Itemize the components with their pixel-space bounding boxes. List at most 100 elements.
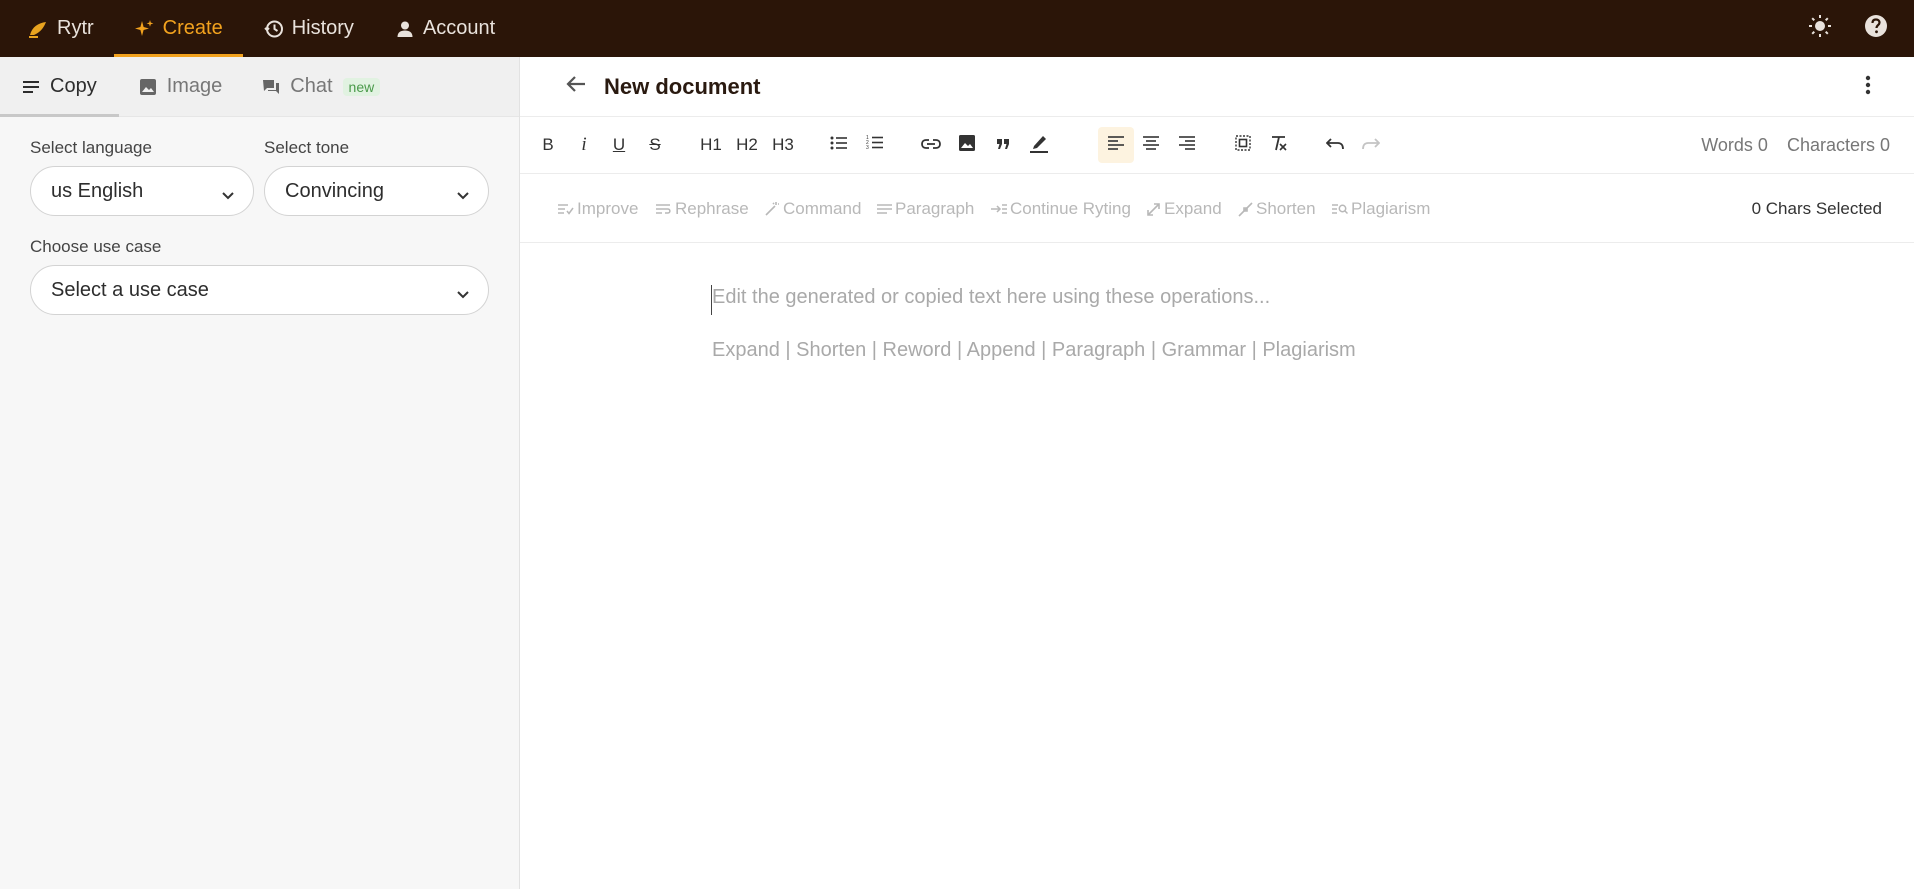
rephrase-icon <box>656 203 672 215</box>
heading2-button[interactable]: H2 <box>731 129 763 161</box>
word-count: Words 0 <box>1701 135 1768 155</box>
language-select[interactable]: us English <box>30 166 254 216</box>
nav-create-label: Create <box>162 17 223 39</box>
align-center-icon <box>1143 135 1159 155</box>
align-center-button[interactable] <box>1135 129 1167 161</box>
heading1-button[interactable]: H1 <box>695 129 727 161</box>
history-icon <box>263 18 285 40</box>
operations-hint: Expand | Shorten | Reword | Append | Par… <box>712 339 1356 361</box>
tab-image[interactable]: Image <box>119 57 243 116</box>
rytr-logo-link[interactable]: Rytr <box>0 0 114 57</box>
plagiarism-button[interactable]: Plagiarism <box>1332 199 1430 219</box>
redo-button[interactable] <box>1355 129 1387 161</box>
character-count: Characters 0 <box>1786 135 1890 155</box>
link-icon <box>921 135 941 155</box>
more-options-button[interactable] <box>1852 71 1884 103</box>
align-right-button[interactable] <box>1171 129 1203 161</box>
ai-actions-bar: Improve Rephrase Command Paragraph Conti… <box>520 174 1914 243</box>
tone-label: Select tone <box>264 138 350 157</box>
highlighter-icon <box>1029 133 1049 158</box>
tone-value: Convincing <box>285 179 384 202</box>
highlight-button[interactable] <box>1023 129 1055 161</box>
arrow-left-icon <box>565 74 587 99</box>
nav-history[interactable]: History <box>243 0 374 57</box>
paragraph-button[interactable]: Paragraph <box>877 199 974 219</box>
left-sidebar: Copy Image Chat new Select language us E… <box>0 57 520 889</box>
tab-copy[interactable]: Copy <box>0 57 119 117</box>
italic-button[interactable]: i <box>568 129 600 161</box>
improve-button[interactable]: Improve <box>558 199 638 219</box>
command-button[interactable]: Command <box>764 199 861 219</box>
bold-button[interactable]: B <box>532 129 564 161</box>
rephrase-button[interactable]: Rephrase <box>656 199 749 219</box>
nav-account[interactable]: Account <box>374 0 515 57</box>
numbered-list-button[interactable]: 123 <box>859 129 891 161</box>
rephrase-label: Rephrase <box>675 199 749 218</box>
tab-copy-label: Copy <box>50 75 97 97</box>
wand-icon <box>764 201 780 217</box>
underline-button[interactable]: U <box>603 129 635 161</box>
kebab-menu-icon <box>1865 75 1871 100</box>
sparkle-icon <box>134 18 156 40</box>
continue-ryting-button[interactable]: Continue Ryting <box>991 199 1131 219</box>
tab-chat[interactable]: Chat new <box>242 57 400 116</box>
align-right-icon <box>1179 135 1195 155</box>
plagiarism-icon <box>1332 203 1348 215</box>
theme-toggle-button[interactable] <box>1792 0 1848 57</box>
shorten-icon <box>1238 201 1253 217</box>
insert-image-button[interactable] <box>951 129 983 161</box>
nav-create[interactable]: Create <box>113 0 243 57</box>
bullet-list-icon <box>830 135 848 155</box>
improve-icon <box>558 203 574 215</box>
plagiarism-label: Plagiarism <box>1351 199 1431 218</box>
clear-format-button[interactable] <box>1263 129 1295 161</box>
nav-history-label: History <box>291 17 354 39</box>
use-case-select[interactable]: Select a use case <box>30 265 489 315</box>
align-left-button[interactable] <box>1098 127 1134 163</box>
command-label: Command <box>783 199 862 218</box>
continue-icon <box>991 203 1007 215</box>
expand-icon <box>1146 202 1161 217</box>
align-left-icon <box>1108 135 1124 155</box>
use-case-value: Select a use case <box>51 278 209 301</box>
document-title[interactable]: New document <box>604 74 760 100</box>
language-value: us English <box>51 179 144 202</box>
word-character-count: Words 0 Characters 0 <box>1687 135 1890 156</box>
tab-chat-label: Chat <box>290 75 333 97</box>
tone-select[interactable]: Convincing <box>264 166 489 216</box>
sidebar-tabs: Copy Image Chat new <box>0 57 519 117</box>
chevron-down-icon <box>456 184 470 207</box>
strikethrough-button[interactable]: S <box>639 129 671 161</box>
blockquote-button[interactable] <box>987 129 1019 161</box>
chevron-down-icon <box>221 184 235 207</box>
help-button[interactable] <box>1848 0 1904 57</box>
redo-icon <box>1362 135 1381 155</box>
expand-label: Expand <box>1164 199 1222 218</box>
bullet-list-button[interactable] <box>823 129 855 161</box>
improve-label: Improve <box>577 199 639 218</box>
clear-format-icon <box>1270 135 1288 156</box>
svg-text:3: 3 <box>866 145 869 150</box>
lines-icon <box>22 80 40 94</box>
editor-placeholder: Edit the generated or copied text here u… <box>712 286 1271 308</box>
formatting-toolbar: B i U S H1 H2 H3 123 Words 0 Characters … <box>520 117 1914 174</box>
new-badge: new <box>342 77 381 96</box>
document-editor-area: New document B i U S H1 H2 H3 123 Words … <box>520 57 1914 889</box>
heading3-button[interactable]: H3 <box>767 129 799 161</box>
undo-button[interactable] <box>1319 129 1351 161</box>
paragraph-label: Paragraph <box>895 199 975 218</box>
select-all-button[interactable] <box>1227 129 1259 161</box>
shorten-button[interactable]: Shorten <box>1238 199 1316 219</box>
numbered-list-icon: 123 <box>866 135 884 155</box>
chevron-down-icon <box>456 283 470 306</box>
rytr-logo-icon <box>28 18 50 40</box>
image-icon <box>139 78 157 96</box>
back-button[interactable] <box>556 67 596 107</box>
link-button[interactable] <box>915 129 947 161</box>
tab-image-label: Image <box>166 75 223 97</box>
language-label: Select language <box>30 138 152 157</box>
expand-button[interactable]: Expand <box>1146 199 1222 219</box>
chars-selected-count: 0 Chars Selected <box>1751 199 1882 218</box>
help-icon <box>1864 14 1888 43</box>
quote-icon <box>996 135 1010 155</box>
